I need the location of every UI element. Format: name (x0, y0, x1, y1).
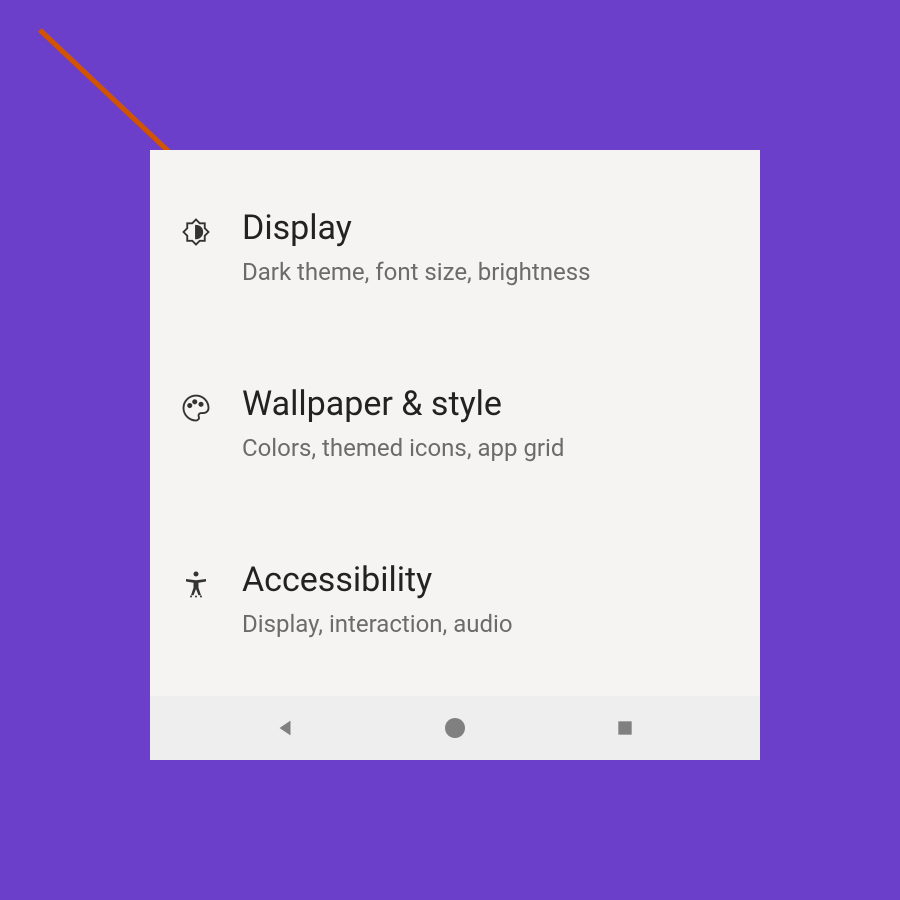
nav-back-button[interactable] (271, 714, 299, 742)
nav-recent-button[interactable] (611, 714, 639, 742)
nav-home-button[interactable] (441, 714, 469, 742)
settings-item-wallpaper[interactable]: Wallpaper & style Colors, themed icons, … (150, 356, 760, 492)
settings-item-accessibility[interactable]: Accessibility Display, interaction, audi… (150, 532, 760, 668)
settings-list: Display Dark theme, font size, brightnes… (150, 150, 760, 696)
settings-item-title: Accessibility (242, 560, 736, 601)
settings-item-title: Display (242, 208, 736, 249)
settings-item-text: Accessibility Display, interaction, audi… (242, 560, 736, 640)
accessibility-icon (178, 566, 214, 602)
brightness-icon (178, 214, 214, 250)
settings-item-subtitle: Dark theme, font size, brightness (242, 257, 736, 288)
settings-panel: Display Dark theme, font size, brightnes… (150, 150, 760, 760)
settings-item-subtitle: Display, interaction, audio (242, 609, 736, 640)
settings-item-title: Wallpaper & style (242, 384, 736, 425)
android-nav-bar (150, 696, 760, 760)
settings-item-display[interactable]: Display Dark theme, font size, brightnes… (150, 180, 760, 316)
settings-item-text: Display Dark theme, font size, brightnes… (242, 208, 736, 288)
palette-icon (178, 390, 214, 426)
settings-item-text: Wallpaper & style Colors, themed icons, … (242, 384, 736, 464)
settings-item-subtitle: Colors, themed icons, app grid (242, 433, 736, 464)
